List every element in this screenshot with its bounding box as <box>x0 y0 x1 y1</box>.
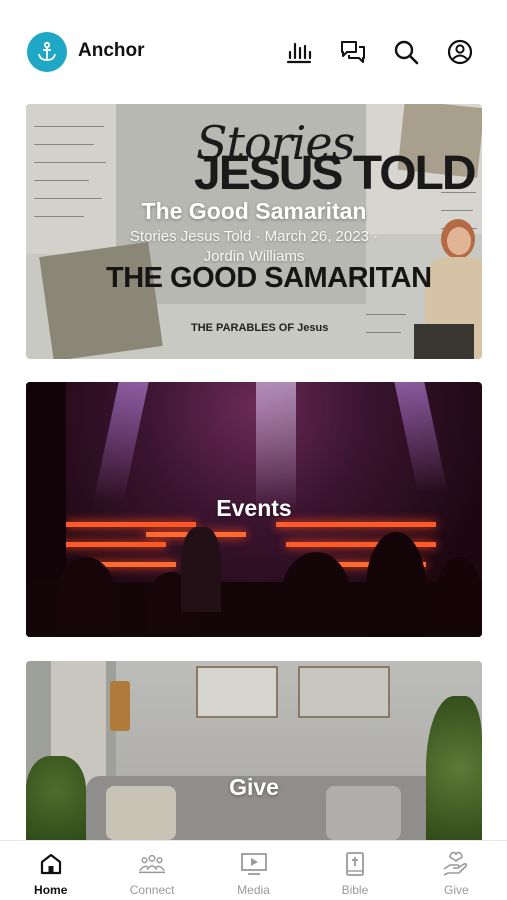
card-title: Give <box>229 774 279 800</box>
bottom-nav: Home Connect Media Bible Give <box>0 840 507 900</box>
anchor-logo-icon[interactable] <box>27 32 67 72</box>
artwork-headline: THE GOOD SAMARITAN <box>106 262 432 294</box>
nav-label-give: Give <box>443 883 469 897</box>
app-title: Anchor <box>78 40 145 61</box>
nav-label-connect: Connect <box>129 883 175 897</box>
nav-item-bible[interactable]: Bible <box>304 841 405 900</box>
nav-label-home: Home <box>34 883 68 897</box>
give-image <box>26 661 482 840</box>
people-icon <box>138 851 166 877</box>
artwork-jesus-told-text: JESUS TOLD <box>194 147 477 200</box>
nav-label-media: Media <box>237 883 270 897</box>
home-icon <box>37 851 65 877</box>
card-subtitle: Stories Jesus Told · March 26, 2023 · <box>129 228 379 245</box>
bible-icon <box>341 851 369 877</box>
artwork-footer: THE PARABLES OF Jesus <box>191 322 329 334</box>
audio-bars-icon[interactable] <box>285 38 313 66</box>
card-title: The Good Samaritan <box>141 198 367 224</box>
account-icon[interactable] <box>446 38 474 66</box>
events-card[interactable]: Events <box>26 382 482 637</box>
app-header: Anchor <box>0 28 507 76</box>
media-icon <box>240 851 268 877</box>
nav-item-home[interactable]: Home <box>0 841 101 900</box>
card-speaker: Jordin Williams <box>203 248 305 265</box>
search-icon[interactable] <box>392 38 420 66</box>
give-icon <box>442 851 470 877</box>
nav-item-give[interactable]: Give <box>406 841 507 900</box>
nav-label-bible: Bible <box>341 883 369 897</box>
sermon-card[interactable]: Stories JESUS TOLD THE GOOD SAMARITAN TH… <box>26 104 482 359</box>
card-title: Events <box>216 495 292 521</box>
chat-icon[interactable] <box>339 38 367 66</box>
nav-item-connect[interactable]: Connect <box>101 841 202 900</box>
give-card[interactable]: Give <box>26 661 482 840</box>
nav-item-media[interactable]: Media <box>203 841 304 900</box>
